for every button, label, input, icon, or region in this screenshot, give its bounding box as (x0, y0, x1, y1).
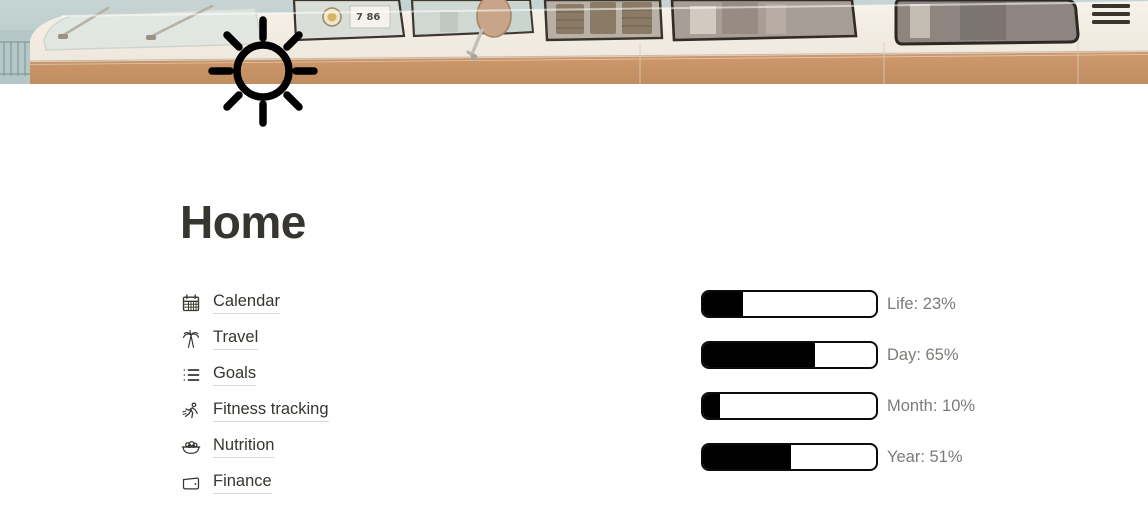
bulleted-list-icon (180, 364, 202, 386)
progress-label: Year: 51% (887, 448, 963, 466)
list-item-nutrition[interactable]: Nutrition (180, 433, 610, 460)
progress-bars-group: Life: 23% Day: 65% Month: 10% Year: 51% (701, 289, 1101, 493)
progress-row-day: Day: 65% (701, 340, 1101, 370)
list-item-label: Finance (213, 471, 272, 494)
progress-fill (703, 343, 816, 367)
progress-label: Life: 23% (887, 295, 956, 313)
progress-bar-life[interactable] (701, 290, 878, 318)
cover-illustration: 7 86 (0, 0, 1148, 84)
list-item-finance[interactable]: Finance (180, 469, 610, 496)
page-content: Home Calendar Travel Goals Fitness track… (0, 84, 1148, 529)
salad-bowl-icon (180, 436, 202, 458)
progress-bar-month[interactable] (701, 392, 878, 420)
list-item-fitness-tracking[interactable]: Fitness tracking (180, 397, 610, 424)
page-title: Home (180, 196, 306, 248)
svg-text:7 86: 7 86 (356, 12, 380, 23)
progress-bar-year[interactable] (701, 443, 878, 471)
progress-fill (703, 445, 792, 469)
progress-fill (703, 394, 721, 418)
page-links-list: Calendar Travel Goals Fitness tracking N… (180, 289, 610, 505)
sun-icon[interactable] (204, 16, 322, 129)
list-item-label: Travel (213, 327, 259, 350)
progress-bar-day[interactable] (701, 341, 878, 369)
progress-label: Day: 65% (887, 346, 959, 364)
wallet-icon (180, 472, 202, 494)
list-item-label: Goals (213, 363, 257, 386)
palm-tree-icon (180, 328, 202, 350)
list-item-label: Nutrition (213, 435, 275, 458)
list-item-calendar[interactable]: Calendar (180, 289, 610, 316)
progress-row-year: Year: 51% (701, 442, 1101, 472)
list-item-travel[interactable]: Travel (180, 325, 610, 352)
list-item-goals[interactable]: Goals (180, 361, 610, 388)
sun-icon-glyph (208, 16, 318, 127)
progress-fill (703, 292, 743, 316)
list-item-label: Calendar (213, 291, 280, 314)
list-item-label: Fitness tracking (213, 399, 329, 422)
progress-label: Month: 10% (887, 397, 976, 415)
running-person-icon (180, 400, 202, 422)
cover-image[interactable]: 7 86 (0, 0, 1148, 84)
progress-row-month: Month: 10% (701, 391, 1101, 421)
calendar-icon (180, 292, 202, 314)
progress-row-life: Life: 23% (701, 289, 1101, 319)
